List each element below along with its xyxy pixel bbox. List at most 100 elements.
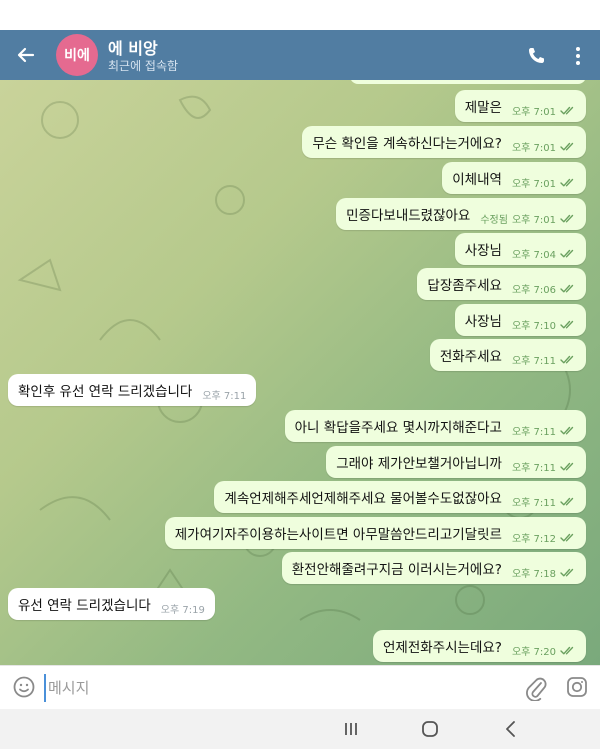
message-input[interactable] xyxy=(44,674,504,702)
read-receipt-icon xyxy=(560,320,576,329)
arrow-left-icon xyxy=(17,47,35,63)
incoming-message[interactable]: 유선 연락 드리겠습니다 오후 7:19 xyxy=(8,588,215,620)
incoming-message[interactable]: 확인후 유선 연락 드리겠습니다 오후 7:11 xyxy=(8,374,257,406)
outgoing-message[interactable]: 사장님 오후 7:04 xyxy=(454,233,586,265)
message-text: 민증다보내드렸잖아요 xyxy=(346,208,471,224)
message-text: 그래야 제가안보챌거아닙니까 xyxy=(336,456,502,472)
paperclip-icon xyxy=(526,677,547,702)
attach-button[interactable] xyxy=(524,675,548,702)
outgoing-message[interactable]: 이체내역 오후 7:01 xyxy=(442,162,586,194)
message-time: 오후 7:11 xyxy=(511,462,556,474)
message-text: 사장님 xyxy=(464,314,502,330)
outgoing-message[interactable]: 계속언제해주세언제해주세요 물어볼수도없잖아요 오후 7:11 xyxy=(214,481,586,513)
read-receipt-icon xyxy=(560,533,576,542)
message-time: 오후 7:19 xyxy=(160,604,205,616)
camera-button[interactable] xyxy=(565,675,589,699)
call-button[interactable] xyxy=(522,42,550,70)
message-text: 확인후 유선 연락 드리겠습니다 xyxy=(18,384,193,400)
message-meta: 오후 7:11 xyxy=(512,423,576,438)
read-receipt-icon xyxy=(560,462,576,471)
message-meta: 오후 7:01 xyxy=(512,175,576,190)
more-menu-button[interactable] xyxy=(566,42,590,70)
more-vertical-icon xyxy=(576,47,580,65)
message-meta: 오후 7:01 xyxy=(512,139,576,154)
system-nav-bar xyxy=(0,709,600,749)
message-meta: 오후 7:11 xyxy=(512,494,576,509)
message-input-bar xyxy=(0,665,600,709)
message-time: 오후 7:11 xyxy=(511,497,556,509)
outgoing-message[interactable]: 민증다보내드렸잖아요 수정됨 오후 7:01 xyxy=(336,198,586,230)
message-time: 오후 7:18 xyxy=(511,568,556,580)
read-receipt-icon xyxy=(560,497,576,506)
outgoing-message[interactable]: 답장좀주세요 오후 7:06 xyxy=(417,268,586,300)
outgoing-message[interactable]: 언제전화주시는데요? 오후 7:20 xyxy=(373,630,586,662)
chat-area[interactable]: 제말은 오후 7:01 무슨 확인을 계속하신다는거에요? 오후 7:01 이체내역 오후… xyxy=(0,80,600,665)
message-meta: 수정됨 오후 7:01 xyxy=(480,211,576,226)
avatar[interactable]: 비에 xyxy=(56,34,98,76)
message-time: 오후 7:01 xyxy=(511,142,556,154)
message-text: 제말은 xyxy=(464,100,502,116)
contact-name[interactable]: 에 비앙 xyxy=(108,35,158,59)
contact-status: 최근에 접속함 xyxy=(108,59,179,73)
home-icon xyxy=(422,721,438,737)
message-text: 아니 확답을주세요 몇시까지해준다고 xyxy=(294,420,502,436)
outgoing-message[interactable]: 전화주세요 오후 7:11 xyxy=(429,339,586,371)
read-receipt-icon xyxy=(560,142,576,151)
message-text: 제가여기자주이용하는사이트면 아무말씀안드리고기달릿르 xyxy=(174,527,502,543)
recents-icon xyxy=(345,723,357,735)
message-text: 무슨 확인을 계속하신다는거에요? xyxy=(312,136,502,152)
message-meta: 오후 7:12 xyxy=(512,530,576,545)
message-meta: 오후 7:11 xyxy=(512,352,576,367)
emoji-button[interactable] xyxy=(12,675,36,699)
phone-icon xyxy=(529,48,544,63)
home-button[interactable] xyxy=(420,719,440,739)
message-time: 오후 7:01 xyxy=(511,106,556,118)
message-text: 유선 연락 드리겠습니다 xyxy=(18,598,151,614)
message-meta: 오후 7:20 xyxy=(512,643,576,658)
message-text: 계속언제해주세언제해주세요 물어볼수도없잖아요 xyxy=(224,491,502,507)
message-text: 답장좀주세요 xyxy=(427,278,502,294)
back-button[interactable] xyxy=(12,41,40,69)
message-text: 이체내역 xyxy=(452,172,502,188)
read-receipt-icon xyxy=(560,106,576,115)
message-time: 오후 7:01 xyxy=(511,178,556,190)
previous-message-fragment xyxy=(350,80,586,84)
message-time: 오후 7:12 xyxy=(511,533,556,545)
message-meta: 오후 7:19 xyxy=(161,601,205,616)
camera-icon xyxy=(567,677,587,697)
message-text: 전화주세요 xyxy=(439,349,502,365)
message-meta: 오후 7:11 xyxy=(202,387,246,402)
read-receipt-icon xyxy=(560,214,576,223)
outgoing-message[interactable]: 제말은 오후 7:01 xyxy=(454,90,586,122)
system-back-button[interactable] xyxy=(504,719,518,739)
read-receipt-icon xyxy=(560,646,576,655)
recents-button[interactable] xyxy=(342,720,360,738)
read-receipt-icon xyxy=(560,249,576,258)
read-receipt-icon xyxy=(560,568,576,577)
read-receipt-icon xyxy=(560,426,576,435)
message-time: 오후 7:04 xyxy=(511,249,556,261)
message-text: 환전안해줄려구지금 이러시는거에요? xyxy=(291,562,502,578)
message-meta: 오후 7:11 xyxy=(512,459,576,474)
message-time: 오후 7:10 xyxy=(511,320,556,332)
outgoing-message[interactable]: 아니 확답을주세요 몇시까지해준다고 오후 7:11 xyxy=(284,410,586,442)
message-meta: 오후 7:10 xyxy=(512,317,576,332)
outgoing-message[interactable]: 사장님 오후 7:10 xyxy=(454,304,586,336)
message-time: 오후 7:01 xyxy=(511,214,556,226)
nav-back-icon xyxy=(506,721,515,737)
status-bar xyxy=(0,0,600,30)
message-time: 오후 7:20 xyxy=(511,646,556,658)
outgoing-message[interactable]: 제가여기자주이용하는사이트면 아무말씀안드리고기달릿르 오후 7:12 xyxy=(164,517,586,549)
smile-icon xyxy=(13,676,35,698)
message-time: 오후 7:11 xyxy=(511,426,556,438)
read-receipt-icon xyxy=(560,284,576,293)
message-text: 사장님 xyxy=(464,243,502,259)
read-receipt-icon xyxy=(560,178,576,187)
message-time: 오후 7:11 xyxy=(202,390,247,402)
outgoing-message[interactable]: 무슨 확인을 계속하신다는거에요? 오후 7:01 xyxy=(302,126,586,158)
outgoing-message[interactable]: 환전안해줄려구지금 이러시는거에요? 오후 7:18 xyxy=(281,552,586,584)
message-text: 언제전화주시는데요? xyxy=(383,640,502,656)
message-meta: 오후 7:06 xyxy=(512,281,576,296)
message-meta: 오후 7:18 xyxy=(512,565,576,580)
outgoing-message[interactable]: 그래야 제가안보챌거아닙니까 오후 7:11 xyxy=(326,446,586,478)
